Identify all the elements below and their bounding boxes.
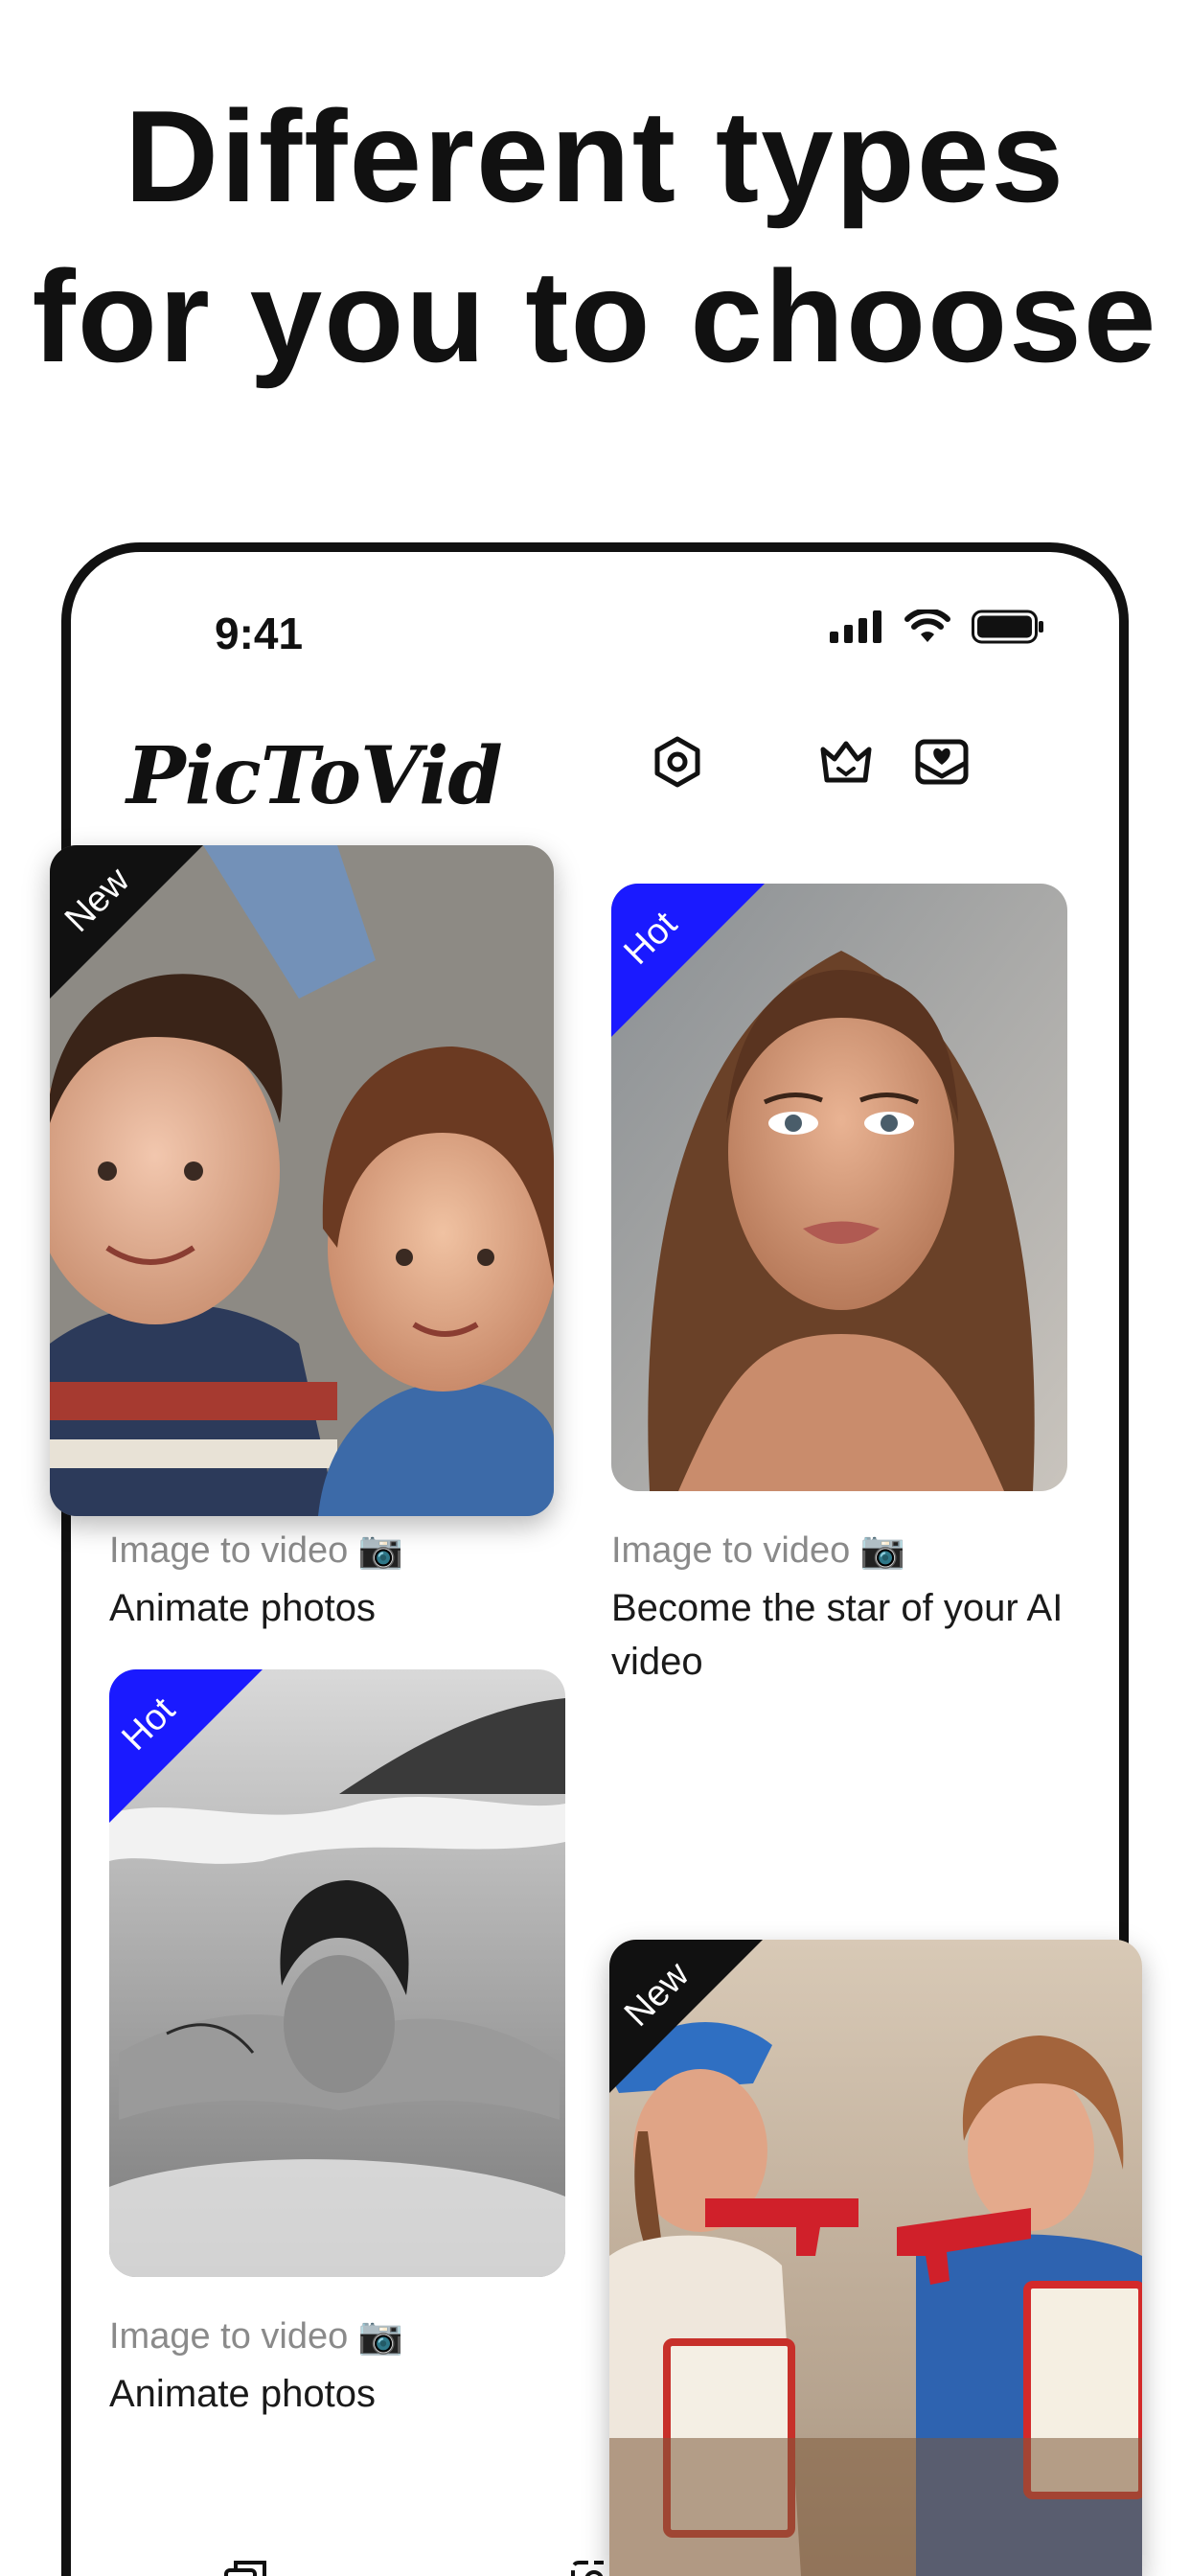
badge-new: New [50, 845, 203, 999]
mail-heart-icon[interactable] [910, 730, 973, 794]
hexagon-settings-icon[interactable] [646, 730, 709, 794]
card-title: Become the star of your AI video [611, 1587, 1064, 1683]
battery-icon [972, 610, 1043, 644]
card-image-woman[interactable]: Hot [611, 884, 1067, 1491]
card-type-label: Image to video 📷 [109, 2316, 404, 2357]
card-title: Animate photos [109, 2373, 376, 2415]
signal-icon [830, 610, 881, 643]
headline-line-2: for you to choose [32, 243, 1158, 389]
card-image-surfer[interactable]: Hot [109, 1669, 565, 2277]
card-type-label: Image to video 📷 [109, 1530, 404, 1571]
card-image-girls[interactable]: New [609, 1940, 1142, 2576]
badge-hot: Hot [611, 884, 765, 1037]
headline-line-1: Different types [124, 83, 1066, 229]
card-image-children[interactable]: New [50, 845, 554, 1516]
status-icons [828, 610, 1044, 644]
card-title: Animate photos [109, 1587, 376, 1629]
crown-icon[interactable] [814, 730, 878, 794]
copy-icon[interactable] [218, 2557, 272, 2576]
app-logo: PicToVid [126, 730, 503, 822]
badge-new: New [609, 1940, 763, 2093]
status-time: 9:41 [215, 609, 304, 658]
card-type-label: Image to video 📷 [611, 1530, 906, 1571]
badge-hot: Hot [109, 1669, 263, 1823]
wifi-icon [904, 610, 950, 642]
